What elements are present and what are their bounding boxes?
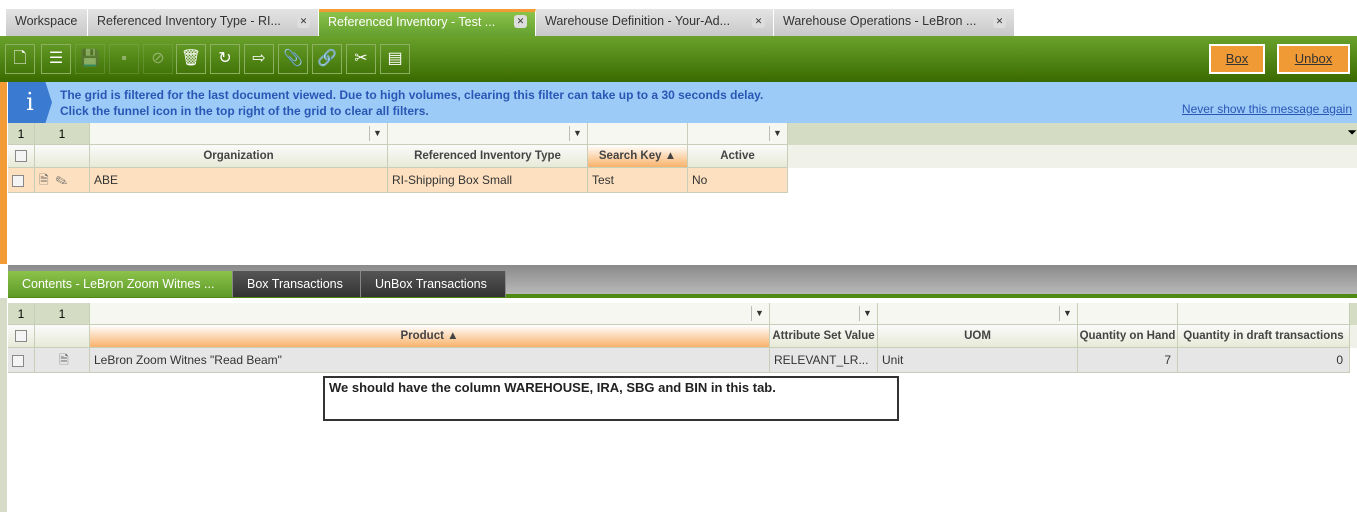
select-all-checkbox[interactable] [8, 325, 35, 348]
tab-box-transactions[interactable]: Box Transactions [233, 271, 361, 297]
filter-row: 1 1 ▼ ▼ ▼ [8, 303, 1357, 325]
close-icon[interactable]: ✕ [993, 15, 1006, 28]
tab-label: Workspace [15, 14, 78, 28]
chevron-down-icon[interactable]: ▼ [859, 306, 875, 321]
attribute-filter[interactable]: ▼ [770, 303, 878, 325]
filter-row: 1 1 ▼ ▼ ▼ ⏷ [8, 123, 1357, 145]
document-icon[interactable]: 🗎 [35, 348, 90, 373]
column-referenced-inventory-type[interactable]: Referenced Inventory Type [388, 145, 588, 168]
chevron-down-icon[interactable]: ▼ [769, 126, 785, 141]
tab-referenced-inventory-type[interactable]: Referenced Inventory Type - RI... ✕ [88, 9, 319, 36]
document-icon[interactable]: 🗎 [39, 173, 49, 187]
close-icon[interactable]: ✕ [514, 15, 527, 28]
tab-warehouse-operations[interactable]: Warehouse Operations - LeBron ... ✕ [774, 9, 1015, 36]
close-icon[interactable]: ✕ [297, 15, 310, 28]
selected-count: 1 [35, 123, 90, 145]
cell-qty: 7 [1078, 348, 1178, 373]
toolbar: 🗋 ☰ 💾 ▪ ⊘ 🗑 ↻ ⇨ 📎 🔗 ✂ ▤ Box Unbox [0, 36, 1357, 82]
save-icon[interactable]: 💾 [75, 44, 105, 74]
chevron-down-icon[interactable]: ▼ [569, 126, 585, 141]
info-icon: i [8, 82, 52, 123]
type-filter[interactable]: ▼ [388, 123, 588, 145]
chevron-down-icon[interactable]: ▼ [369, 126, 385, 141]
layout-icon[interactable]: ▤ [380, 44, 410, 74]
record-count: 1 [8, 123, 35, 145]
header-spacer [35, 145, 90, 168]
cell-attribute: RELEVANT_LR... [770, 348, 878, 373]
table-row[interactable]: 🗎 LeBron Zoom Witnes "Read Beam" RELEVAN… [8, 348, 1350, 373]
subtab-bar: Contents - LeBron Zoom Witnes ... Box Tr… [8, 265, 1357, 298]
attachment-icon[interactable]: 📎 [278, 44, 308, 74]
column-quantity-draft[interactable]: Quantity in draft transactions [1178, 325, 1350, 348]
close-icon[interactable]: ✕ [752, 15, 765, 28]
never-show-link[interactable]: Never show this message again [1182, 102, 1352, 116]
column-quantity-on-hand[interactable]: Quantity on Hand [1078, 325, 1178, 348]
column-uom[interactable]: UOM [878, 325, 1078, 348]
edit-icon[interactable]: ✎ [55, 173, 67, 187]
cell-active: No [688, 168, 788, 193]
cell-uom: Unit [878, 348, 1078, 373]
undo-icon[interactable]: ⊘ [143, 44, 173, 74]
annotation-note: We should have the column WAREHOUSE, IRA… [323, 376, 899, 421]
unbox-button[interactable]: Unbox [1277, 44, 1350, 74]
info-line: Click the funnel icon in the top right o… [60, 104, 429, 118]
organization-filter[interactable]: ▼ [90, 123, 388, 145]
tab-label: Warehouse Operations - LeBron ... [783, 14, 977, 28]
column-attribute-set-value[interactable]: Attribute Set Value [770, 325, 878, 348]
tab-unbox-transactions[interactable]: UnBox Transactions [361, 271, 506, 297]
tab-referenced-inventory[interactable]: Referenced Inventory - Test ... ✕ [319, 9, 536, 36]
row-checkbox[interactable] [8, 168, 35, 193]
tab-label: Warehouse Definition - Your-Ad... [545, 14, 731, 28]
tab-label: Referenced Inventory Type - RI... [97, 14, 281, 28]
record-count: 1 [8, 303, 35, 325]
cell-search-key: Test [588, 168, 688, 193]
new-document-icon[interactable]: 🗋 [5, 44, 35, 74]
export-icon[interactable]: ⇨ [244, 44, 274, 74]
box-button[interactable]: Box [1209, 44, 1265, 74]
column-product[interactable]: Product ▲ [90, 325, 770, 348]
row-checkbox[interactable] [8, 348, 35, 373]
window-tabs: Workspace Referenced Inventory Type - RI… [0, 9, 1357, 36]
column-active[interactable]: Active [688, 145, 788, 168]
link-icon[interactable]: 🔗 [312, 44, 342, 74]
left-strip [0, 298, 7, 512]
selected-count: 1 [35, 303, 90, 325]
cell-organization: ABE [90, 168, 388, 193]
chevron-down-icon[interactable]: ▼ [751, 306, 767, 321]
active-filter[interactable]: ▼ [688, 123, 788, 145]
info-text: The grid is filtered for the last docume… [60, 87, 763, 119]
cell-product: LeBron Zoom Witnes "Read Beam" [90, 348, 770, 373]
active-indicator [0, 82, 7, 264]
grid-header: Organization Referenced Inventory Type S… [8, 145, 1357, 168]
tools-icon[interactable]: ✂ [346, 44, 376, 74]
funnel-icon[interactable]: ⏷ [1347, 125, 1357, 140]
qty-filter[interactable] [1078, 303, 1178, 325]
delete-icon[interactable]: 🗑 [176, 44, 206, 74]
uom-filter[interactable]: ▼ [878, 303, 1078, 325]
row-actions: 🗎 ✎ [35, 168, 90, 193]
refresh-icon[interactable]: ↻ [210, 44, 240, 74]
tab-contents[interactable]: Contents - LeBron Zoom Witnes ... [8, 271, 233, 297]
select-all-checkbox[interactable] [8, 145, 35, 168]
column-search-key[interactable]: Search Key ▲ [588, 145, 688, 168]
draft-qty-filter[interactable] [1178, 303, 1350, 325]
save-close-icon[interactable]: ▪ [109, 44, 139, 74]
info-line: The grid is filtered for the last docume… [60, 88, 764, 102]
grid-header: Product ▲ Attribute Set Value UOM Quanti… [8, 325, 1357, 348]
cell-type: RI-Shipping Box Small [388, 168, 588, 193]
new-record-icon[interactable]: ☰ [41, 44, 71, 74]
header-spacer [35, 325, 90, 348]
product-filter[interactable]: ▼ [90, 303, 770, 325]
search-key-filter[interactable] [588, 123, 688, 145]
info-message: i The grid is filtered for the last docu… [8, 82, 1357, 123]
cell-draft-qty: 0 [1178, 348, 1350, 373]
column-organization[interactable]: Organization [90, 145, 388, 168]
tab-label: Referenced Inventory - Test ... [328, 15, 496, 29]
tab-warehouse-definition[interactable]: Warehouse Definition - Your-Ad... ✕ [536, 9, 774, 36]
table-row[interactable]: 🗎 ✎ ABE RI-Shipping Box Small Test No [8, 168, 788, 193]
chevron-down-icon[interactable]: ▼ [1059, 306, 1075, 321]
tab-workspace[interactable]: Workspace [6, 9, 88, 36]
